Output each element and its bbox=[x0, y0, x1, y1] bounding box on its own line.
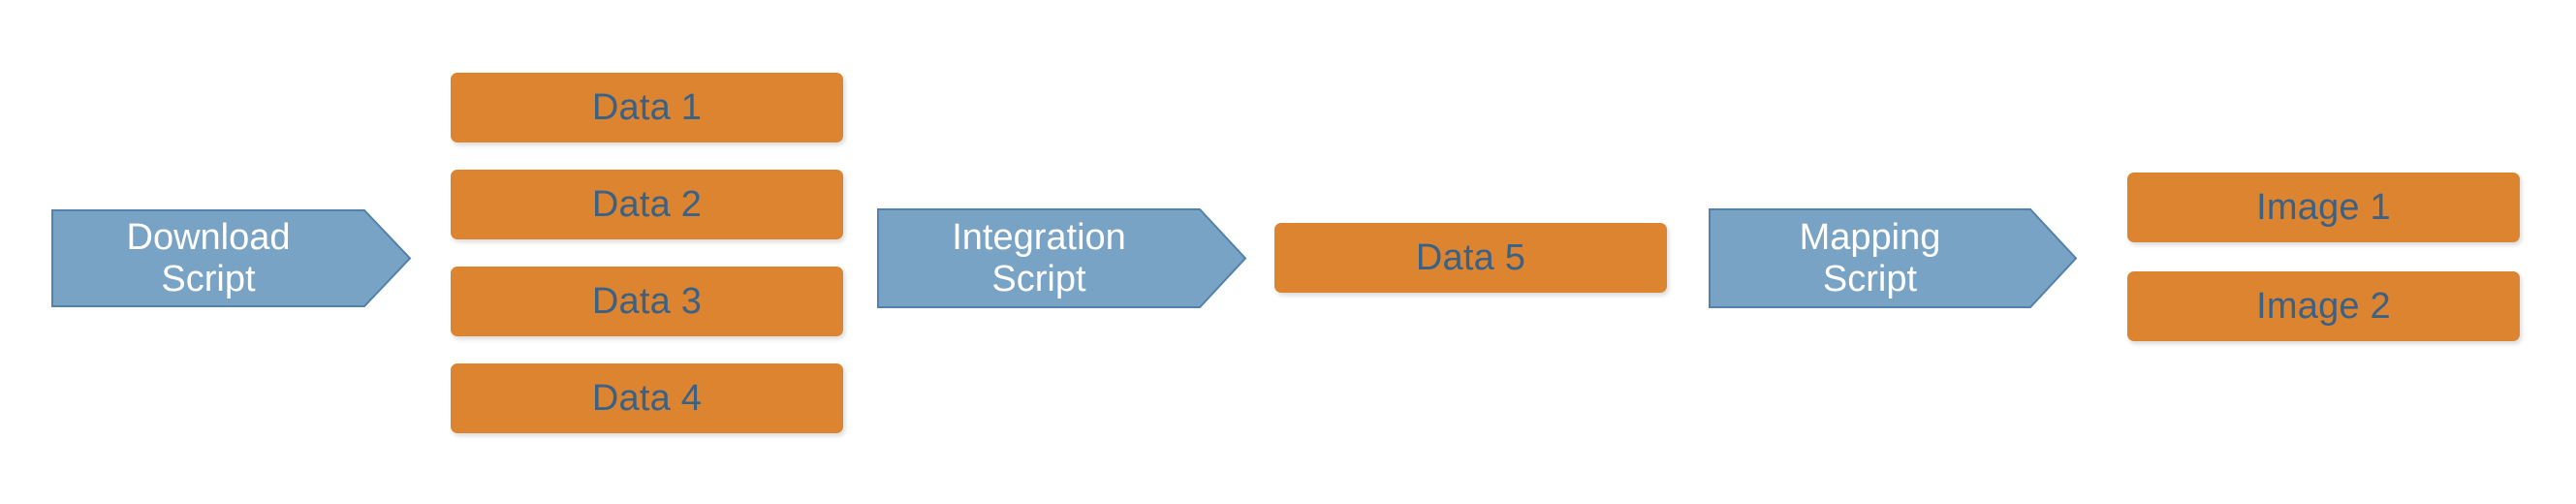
artifact-box-data-3[interactable]: Data 3 bbox=[451, 267, 843, 336]
artifact-box-label: Image 2 bbox=[2256, 286, 2391, 327]
flowchart-canvas: Download Script Integration Script Mappi… bbox=[0, 0, 2576, 504]
pentagon-arrow-shape bbox=[877, 208, 1246, 308]
artifact-box-label: Data 2 bbox=[591, 184, 703, 225]
process-arrow-mapping-script[interactable]: Mapping Script bbox=[1709, 208, 2077, 308]
process-arrow-integration-script[interactable]: Integration Script bbox=[877, 208, 1246, 308]
pentagon-arrow-shape bbox=[1709, 208, 2077, 308]
pentagon-arrow-shape bbox=[51, 209, 411, 307]
artifact-box-label: Image 1 bbox=[2256, 187, 2391, 228]
artifact-box-label: Data 1 bbox=[591, 87, 703, 128]
artifact-box-data-5[interactable]: Data 5 bbox=[1274, 223, 1667, 293]
artifact-box-image-2[interactable]: Image 2 bbox=[2127, 271, 2520, 341]
artifact-box-data-2[interactable]: Data 2 bbox=[451, 170, 843, 239]
artifact-box-data-4[interactable]: Data 4 bbox=[451, 363, 843, 433]
artifact-box-label: Data 4 bbox=[591, 378, 703, 419]
artifact-box-data-1[interactable]: Data 1 bbox=[451, 73, 843, 142]
artifact-box-label: Data 5 bbox=[1415, 237, 1526, 278]
process-arrow-download-script[interactable]: Download Script bbox=[51, 209, 411, 307]
artifact-box-label: Data 3 bbox=[591, 281, 703, 322]
artifact-box-image-1[interactable]: Image 1 bbox=[2127, 173, 2520, 242]
